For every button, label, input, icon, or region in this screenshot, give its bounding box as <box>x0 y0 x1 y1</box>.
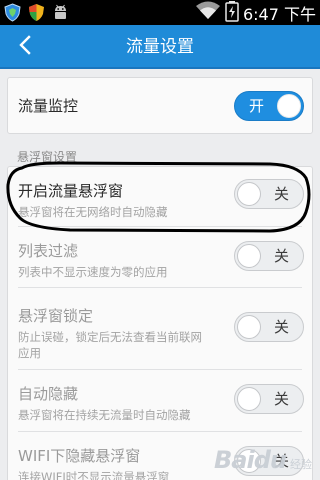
item-subtitle: 悬浮窗将在无网络时自动隐藏 <box>18 205 168 219</box>
item-subtitle: 悬浮窗将在持续无流量时自动隐藏 <box>18 408 191 422</box>
section-label-floating-window: 悬浮窗设置 <box>17 150 78 164</box>
toggle-knob <box>277 94 301 118</box>
item-title: 开启流量悬浮窗 <box>18 182 124 200</box>
item-title: WIFI下隐藏悬浮窗 <box>18 447 141 465</box>
item-subtitle: 连接WIFI时不显示流量悬浮窗 <box>18 470 170 480</box>
list-item-enable-floating-window[interactable]: 开启流量悬浮窗 悬浮窗将在无网络时自动隐藏 关 <box>8 167 312 226</box>
toggle-knob <box>237 182 261 206</box>
floating-window-lock-toggle[interactable]: 关 <box>234 312 304 342</box>
toggle-knob <box>237 315 261 339</box>
item-title: 悬浮窗锁定 <box>18 307 94 325</box>
toggle-off-text: 关 <box>273 247 289 265</box>
battery-charging-icon <box>225 0 239 26</box>
toggle-knob <box>237 387 261 411</box>
traffic-monitor-toggle[interactable]: 开 <box>234 91 304 121</box>
item-subtitle-line-1: 防止误碰，锁定后无法查看当前联网 <box>18 330 202 344</box>
title-bar: 流量设置 <box>0 25 320 69</box>
enable-floating-window-toggle[interactable]: 关 <box>234 179 304 209</box>
toggle-knob <box>237 244 261 268</box>
watermark-logo: Baidu <box>214 446 287 474</box>
wifi-icon <box>195 1 221 25</box>
toggle-on-text: 开 <box>249 97 265 115</box>
toggle-off-text: 关 <box>273 185 289 203</box>
security-icon <box>26 2 47 23</box>
item-subtitle: 列表中不显示速度为零的应用 <box>18 265 168 279</box>
toggle-off-text: 关 <box>273 390 289 408</box>
traffic-monitor-label: 流量监控 <box>18 97 79 115</box>
status-bar: 6:47 下午 <box>0 0 320 25</box>
item-title: 自动隐藏 <box>18 385 79 403</box>
floating-window-settings-card: 开启流量悬浮窗 悬浮窗将在无网络时自动隐藏 关 列表过滤 列表中不显示速度为零的… <box>7 166 313 480</box>
item-title: 列表过滤 <box>18 242 79 260</box>
back-button[interactable] <box>6 25 44 69</box>
watermark-sub: 经验 <box>290 458 312 471</box>
auto-hide-toggle[interactable]: 关 <box>234 384 304 414</box>
baidu-watermark: Baidu 经验 <box>214 446 312 474</box>
traffic-monitor-card: 流量监控 开 <box>7 77 313 134</box>
item-subtitle-line-2: 应用 <box>18 346 41 360</box>
list-item-list-filter[interactable]: 列表过滤 列表中不显示速度为零的应用 关 <box>8 227 312 286</box>
list-item-auto-hide[interactable]: 自动隐藏 悬浮窗将在持续无流量时自动隐藏 关 <box>8 370 312 430</box>
shield-icon <box>2 2 23 23</box>
status-time: 6:47 下午 <box>242 4 316 24</box>
page-title: 流量设置 <box>126 37 194 57</box>
list-filter-toggle[interactable]: 关 <box>234 241 304 271</box>
chevron-left-icon <box>18 35 32 59</box>
list-item-floating-window-lock[interactable]: 悬浮窗锁定 防止误碰，锁定后无法查看当前联网 应用 关 <box>8 288 312 368</box>
android-icon <box>50 2 71 23</box>
toggle-off-text: 关 <box>273 318 289 336</box>
